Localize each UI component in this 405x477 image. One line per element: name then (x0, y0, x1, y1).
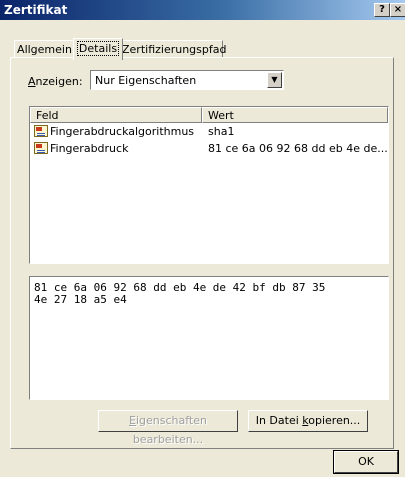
ok-button[interactable]: OK (333, 450, 399, 474)
close-button[interactable]: × (390, 3, 405, 17)
tab-zertifizierungspfad-label: Zertifizierungspfad (122, 43, 227, 56)
help-button[interactable]: ? (374, 3, 390, 17)
column-header-field[interactable]: Feld (30, 107, 202, 123)
list-item[interactable]: Fingerabdruckalgorithmus sha1 (30, 124, 388, 140)
tab-details[interactable]: Details (73, 38, 123, 60)
list-item[interactable]: Fingerabdruck 81 ce 6a 06 92 68 dd eb 4e… (30, 141, 388, 157)
field-value: sha1 (208, 125, 235, 138)
edit-accel: E (129, 414, 136, 427)
tab-zertifizierungspfad[interactable]: Zertifizierungspfad (121, 40, 227, 58)
show-label: Anzeigen: (28, 75, 83, 88)
tab-allgemein-label: Allgemein (17, 43, 72, 56)
chevron-down-icon[interactable]: ▼ (267, 72, 282, 88)
certificate-icon (34, 125, 48, 137)
certificate-icon (34, 142, 48, 154)
edit-properties-button[interactable]: Eigenschaften bearbeiten... (98, 410, 238, 446)
tab-allgemein[interactable]: Allgemein (14, 40, 75, 58)
fields-list[interactable]: Feld Wert Fingerabdruckalgorithmus sha1 … (29, 106, 389, 264)
tab-details-label: Details (76, 41, 120, 56)
show-select-value: Nur Eigenschaften (95, 74, 197, 87)
field-name: Fingerabdruck (50, 142, 129, 155)
show-label-accel: A (28, 75, 36, 88)
value-detail-box[interactable]: 81 ce 6a 06 92 68 dd eb 4e de 42 bf db 8… (29, 276, 389, 400)
column-header-value[interactable]: Wert (202, 107, 388, 123)
field-value: 81 ce 6a 06 92 68 dd eb 4e de... (208, 142, 388, 155)
window-title: Zertifikat (4, 3, 68, 17)
list-header: Feld Wert (30, 107, 388, 123)
show-select[interactable]: Nur Eigenschaften ▼ (90, 70, 284, 90)
field-name: Fingerabdruckalgorithmus (50, 125, 195, 138)
title-bar: Zertifikat ? × (0, 0, 405, 20)
copy-to-file-button[interactable]: In Datei kopieren... (248, 410, 368, 432)
